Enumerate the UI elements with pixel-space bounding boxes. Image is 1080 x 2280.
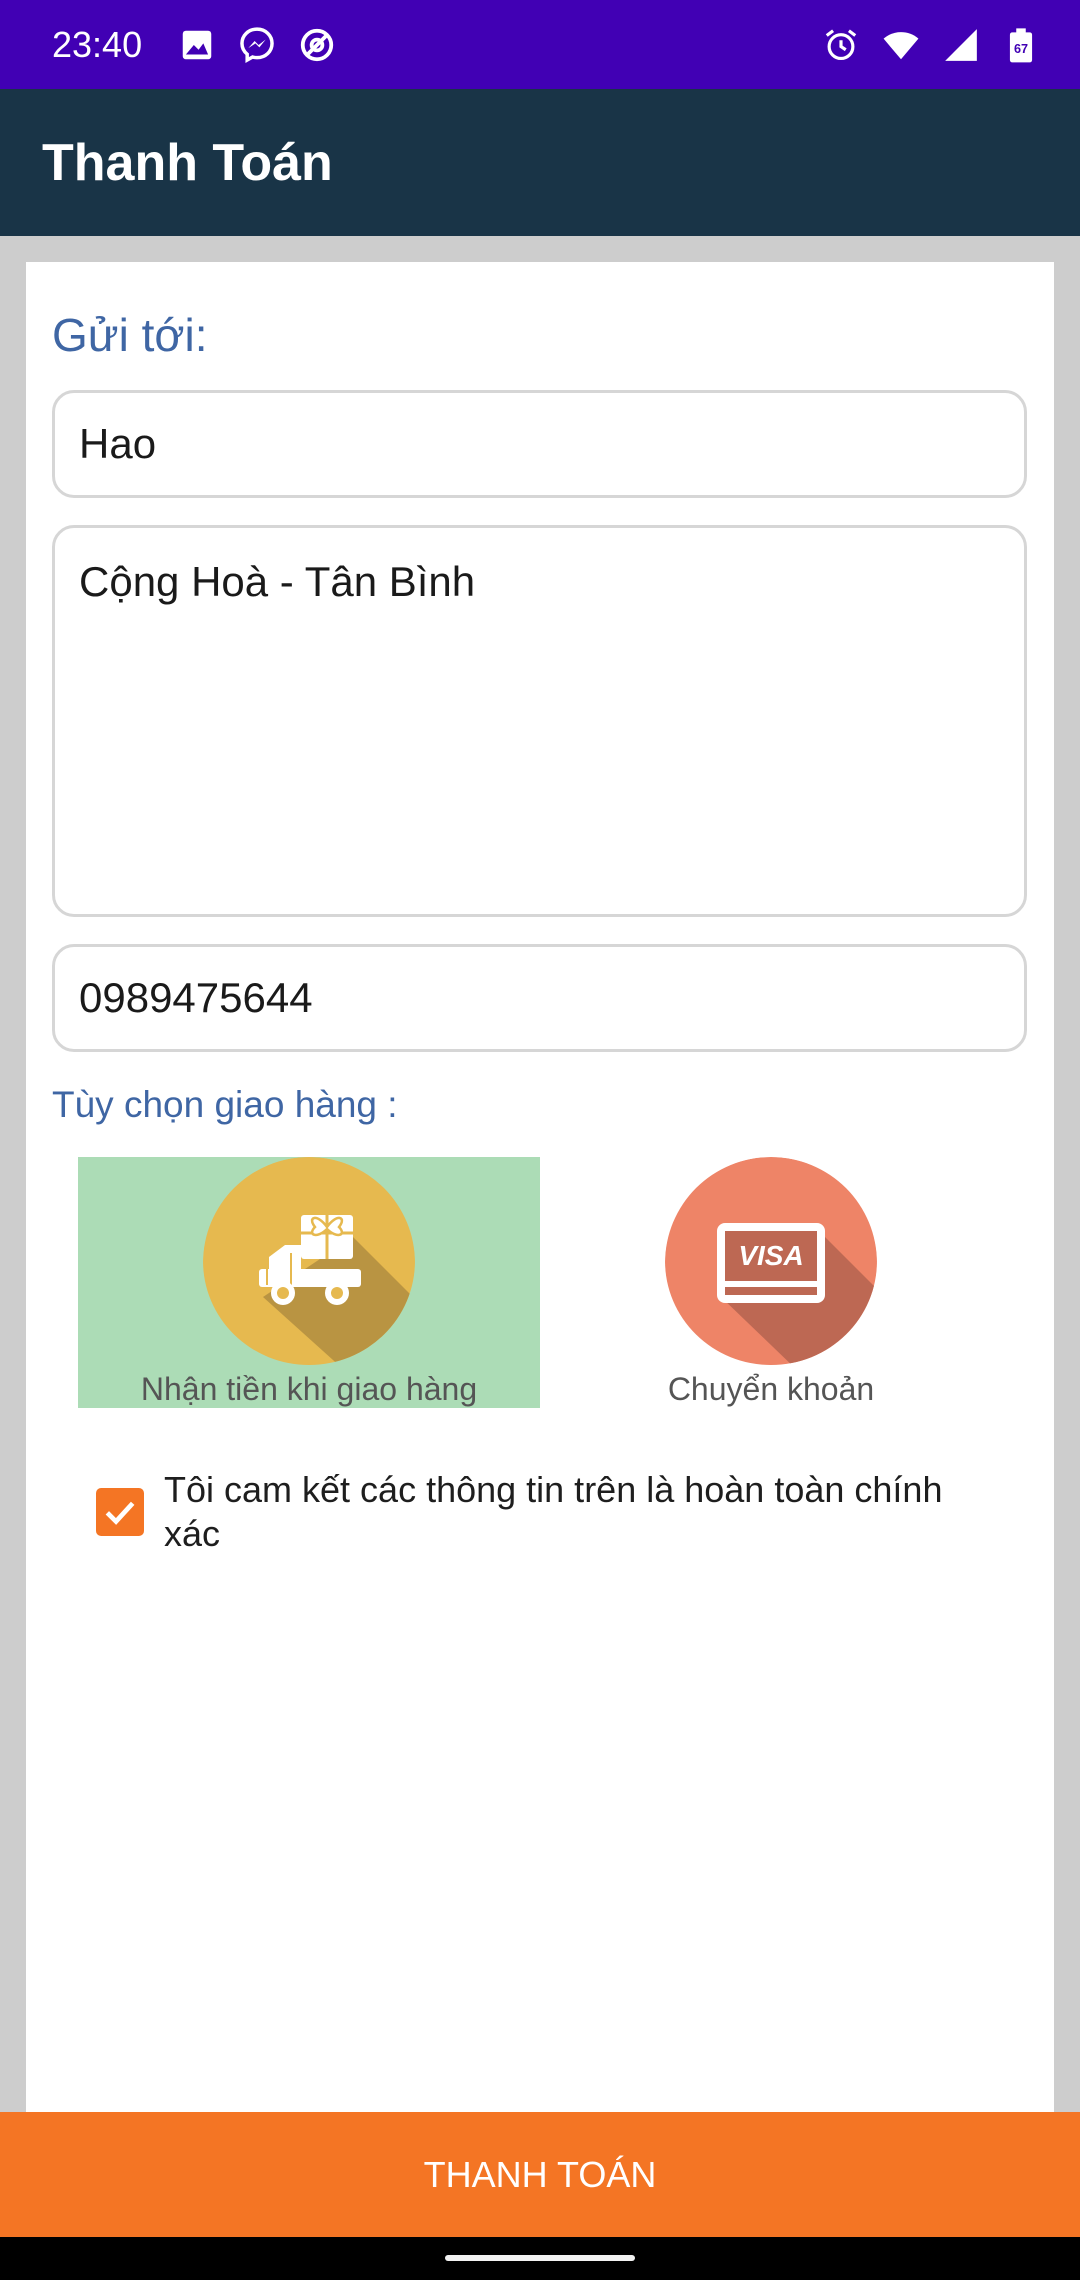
alarm-icon [825,28,857,60]
image-icon [182,30,212,59]
visa-card-text: VISA [738,1240,803,1271]
wifi-icon [883,31,919,59]
delivery-option-bank-transfer[interactable]: VISA Chuyển khoản [540,1157,1002,1408]
agreement-text: Tôi cam kết các thông tin trên là hoàn t… [164,1469,943,1554]
status-left: 23:40 [52,24,336,66]
messenger-icon [240,26,274,63]
navigation-bar [0,2237,1080,2280]
recipient-name-value: Hao [79,420,157,467]
checkmark-icon [105,1501,135,1525]
agreement-checkbox[interactable] [96,1488,144,1536]
agreement-row: Tôi cam kết các thông tin trên là hoàn t… [96,1468,996,1556]
at-sign-icon [300,28,334,61]
delivery-option-label: Nhận tiền khi giao hàng [140,1371,478,1407]
battery-level: 67 [1014,41,1028,55]
recipient-name-field[interactable]: Hao [52,390,1027,498]
delivery-option-label: Chuyển khoản [667,1371,875,1407]
delivery-option-cash-on-delivery[interactable]: Nhận tiền khi giao hàng [78,1157,540,1408]
delivery-options-label: Tùy chọn giao hàng : [52,1084,398,1125]
status-time: 23:40 [52,23,143,65]
status-bar: 23:40 67 [0,0,1080,89]
address-field[interactable]: Cộng Hoà - Tân Bình [52,525,1027,917]
payment-form-card: Gửi tới: Hao Cộng Hoà - Tân Bình 0989475… [26,262,1054,2112]
visa-card-icon: VISA [665,1157,877,1365]
battery-icon: 67 [1009,27,1033,62]
pay-button[interactable]: THANH TOÁN [0,2112,1080,2237]
phone-value: 0989475644 [79,974,313,1021]
phone-field[interactable]: 0989475644 [52,944,1027,1052]
app-bar: Thanh Toán [0,89,1080,236]
address-value: Cộng Hoà - Tân Bình [79,558,476,605]
home-handle[interactable] [445,2255,635,2261]
page-title: Thanh Toán [42,133,333,192]
signal-icon [945,28,977,61]
status-right: 67 [822,26,1040,64]
send-to-label: Gửi tới: [52,309,208,361]
delivery-truck-icon [203,1157,415,1365]
